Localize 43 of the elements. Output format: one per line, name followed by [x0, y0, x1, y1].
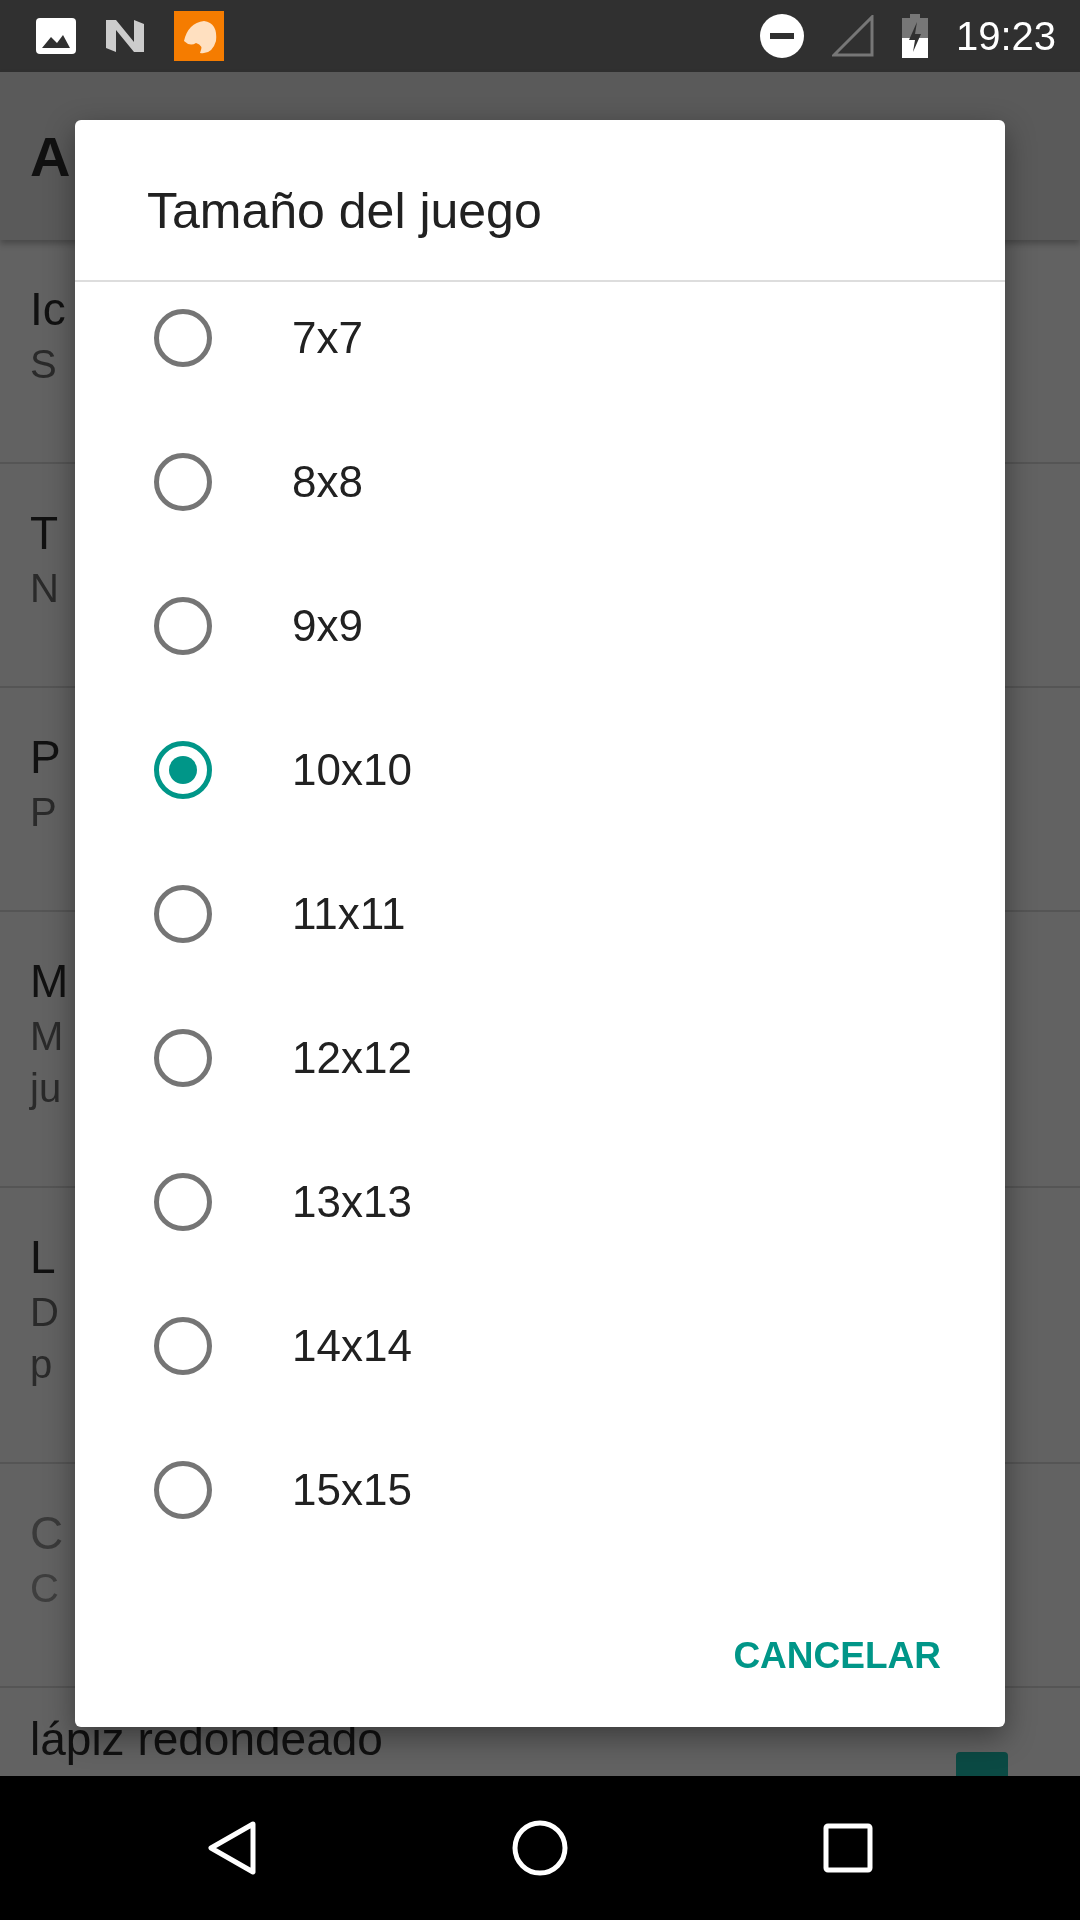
setting-summary: P [30, 789, 57, 836]
option-label[interactable]: 9x9 [292, 601, 363, 651]
app-icon [174, 11, 224, 61]
setting-title: T [30, 506, 59, 561]
setting-summary: S [30, 341, 57, 388]
setting-title: P [30, 730, 61, 785]
signal-icon [831, 15, 874, 57]
setting-summary: p [30, 1341, 53, 1388]
option-label[interactable]: 10x10 [292, 745, 412, 795]
radio-button[interactable] [154, 597, 212, 655]
radio-button[interactable] [154, 741, 212, 799]
radio-button[interactable] [154, 885, 212, 943]
option-label[interactable]: 11x11 [292, 889, 406, 939]
picture-icon [36, 18, 76, 54]
option-label[interactable]: 13x13 [292, 1177, 412, 1227]
option-label[interactable]: 14x14 [292, 1321, 412, 1371]
radio-button[interactable] [154, 1029, 212, 1087]
recents-icon[interactable] [822, 1823, 873, 1873]
radio-button[interactable] [154, 309, 212, 367]
radio-button[interactable] [154, 1173, 212, 1231]
do-not-disturb-icon [759, 14, 804, 58]
clock-time: 19:23 [955, 13, 1056, 59]
cancel-button[interactable]: CANCELAR [709, 1615, 965, 1697]
setting-title: Ic [30, 282, 66, 337]
dialog-title: Tamaño del juego [146, 182, 543, 241]
screen-title: A [30, 123, 71, 189]
setting-title: lápiz redondeado [30, 1712, 383, 1767]
radio-button[interactable] [154, 1317, 212, 1375]
option-label[interactable]: 15x15 [292, 1465, 412, 1515]
option-label[interactable]: 8x8 [292, 457, 363, 507]
option-label[interactable]: 12x12 [292, 1033, 412, 1083]
setting-summary: D [30, 1289, 59, 1336]
battery-icon [901, 14, 928, 58]
radio-button[interactable] [154, 453, 212, 511]
setting-summary: M [30, 1013, 64, 1060]
setting-summary: N [30, 565, 59, 612]
back-icon[interactable] [207, 1820, 258, 1876]
home-icon[interactable] [512, 1820, 568, 1876]
radio-button[interactable] [154, 1461, 212, 1519]
option-label[interactable]: 7x7 [292, 313, 363, 363]
setting-title: M [30, 954, 69, 1009]
setting-title: L [30, 1230, 56, 1285]
setting-summary: ju [30, 1065, 62, 1112]
